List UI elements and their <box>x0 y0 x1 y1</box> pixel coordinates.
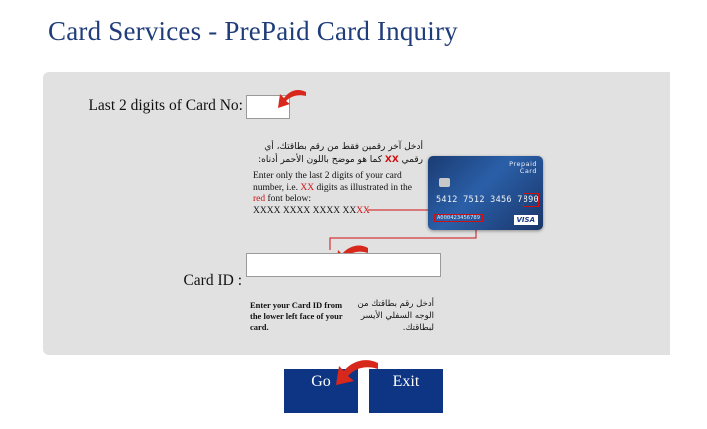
card-id-help-arabic: أدخل رقم بطاقتك من الوجه السفلي الأيسر ل… <box>357 299 434 333</box>
card-id-input[interactable] <box>246 253 441 277</box>
exit-button[interactable]: Exit <box>369 369 443 413</box>
digits-help-arabic: أدخل آخر رقمين فقط من رقم بطاقتك، أي رقم… <box>258 142 423 165</box>
card-digits-label: Last 2 digits of Card No: <box>88 97 243 114</box>
page-title: Card Services - PrePaid Card Inquiry <box>48 16 458 46</box>
card-brand: Prepaid Card <box>509 160 537 175</box>
card-last-digits-highlight <box>523 193 539 207</box>
card-chip-icon <box>439 178 450 187</box>
card-id-on-card: A000423456789 <box>434 214 484 222</box>
red-arrow-icon <box>278 90 306 108</box>
card-id-label: Card ID : <box>183 272 242 289</box>
visa-logo: VISA <box>513 215 538 225</box>
prepaid-card-illustration: Prepaid Card 5412 7512 3456 7890 A0004234… <box>428 156 543 230</box>
red-arrow-icon <box>336 360 378 385</box>
card-id-help-english: Enter your Card ID from the lower left f… <box>250 300 343 332</box>
